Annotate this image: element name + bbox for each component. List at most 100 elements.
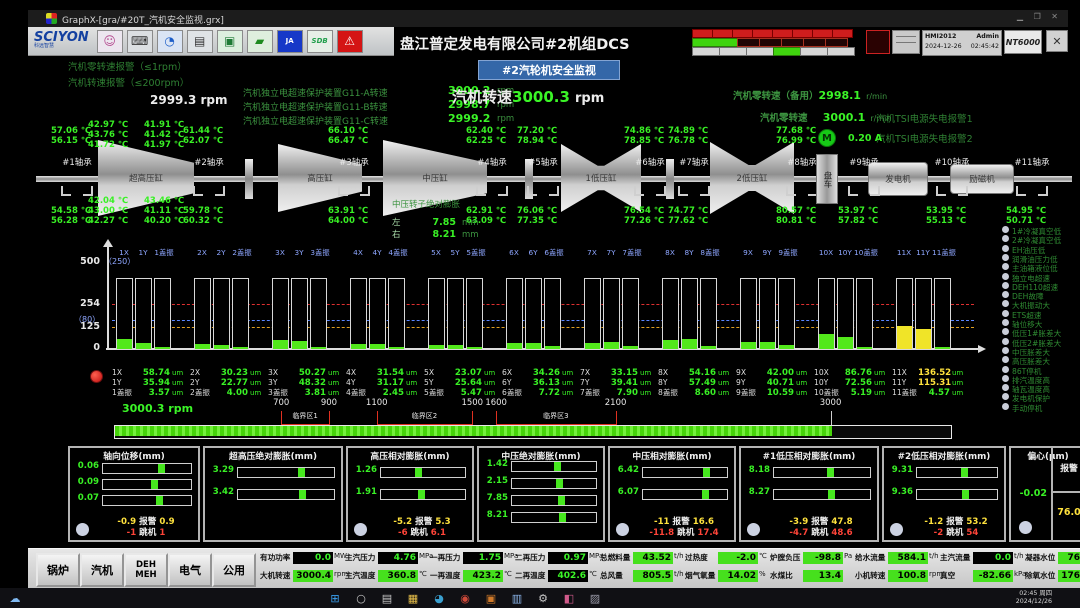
bearing-temp-bottom: 80.57 ℃: [776, 206, 816, 216]
vibration-bar-fill: [857, 347, 872, 349]
alarm-cell: [692, 47, 720, 56]
bearing-temp-top: 57.06 ℃: [51, 126, 91, 136]
nav-button[interactable]: 电气: [168, 553, 212, 587]
nav-button[interactable]: 公用: [212, 553, 256, 587]
speed-alarm-label: 汽机转速报警（≤200rpm）: [68, 75, 189, 89]
ja-icon[interactable]: JA: [277, 30, 303, 53]
y-tick-label: 0: [70, 342, 100, 353]
trip-word: 跳机: [411, 528, 428, 538]
weather-icon[interactable]: ☁: [6, 590, 24, 606]
screen: GraphX-[gra/#20T_汽机安全监视.grx] ▁ ❐ ✕ SCIYO…: [0, 0, 1080, 608]
panel-3: 高压相对膨胀(mm)1.261.91-5.2报警5.3-6跳机6.1: [346, 446, 474, 542]
notepad-icon[interactable]: ▥: [508, 590, 526, 606]
trip-min: -1: [127, 528, 137, 538]
trip-max: 17.4: [697, 528, 718, 538]
panel-bar-marker: [703, 468, 710, 477]
vibration-bar-fill: [214, 345, 229, 349]
edge-icon[interactable]: ◕: [430, 590, 448, 606]
cylinder-label: 超高压缸: [129, 172, 163, 184]
bearing-temp-bottom: 77.26 ℃: [624, 216, 664, 226]
bar-group-label: 2盖振: [230, 248, 254, 258]
monitor-icon[interactable]: ▣: [217, 30, 243, 53]
alarm-summary-box[interactable]: [866, 30, 890, 54]
panel-trip-row: -11.8跳机17.4: [636, 526, 732, 538]
ip-expansion-row: 右8.21mm: [392, 222, 479, 241]
mode-box[interactable]: [892, 30, 920, 54]
alarm-cell: [692, 29, 713, 38]
print-icon[interactable]: ▤: [187, 30, 213, 53]
measurement-label: 有功功率: [260, 552, 293, 563]
ip-expansion-unit: mm: [462, 230, 479, 240]
nav-button[interactable]: 锅炉: [36, 553, 80, 587]
cards-icon[interactable]: ▰: [247, 30, 273, 53]
bearing-temp-bottom: 50.71 ℃: [1006, 216, 1046, 226]
rpm-tick: [831, 411, 832, 425]
bar-value-unit: um: [328, 389, 339, 397]
window-titlebar: GraphX-[gra/#20T_汽机安全监视.grx] ▁ ❐ ✕: [28, 10, 1068, 27]
vibration-bar-fill: [585, 343, 600, 349]
nav-button[interactable]: DEH MEH: [124, 553, 168, 587]
settings-icon[interactable]: ⚙: [534, 590, 552, 606]
alarm-bell-icon[interactable]: ⚠: [337, 30, 363, 53]
eccentric-value: -0.02: [1011, 488, 1047, 499]
taskview-icon[interactable]: ▤: [378, 590, 396, 606]
user-switch-icon[interactable]: ◔: [157, 30, 183, 53]
nav-button[interactable]: 汽机: [80, 553, 124, 587]
uhp-temp-bottom: 42.27 ℃: [88, 216, 128, 226]
users-icon[interactable]: ☺: [97, 30, 123, 53]
status-indicator-icon: [1002, 347, 1009, 354]
panel-1: 轴向位移(mm)0.060.090.07-0.9报警0.9-1跳机1: [68, 446, 200, 542]
alarm-dot-icon: [90, 370, 103, 383]
window-controls[interactable]: ▁ ❐ ✕: [1017, 12, 1062, 21]
vibration-bar-fill: [351, 344, 366, 349]
office-icon[interactable]: ▣: [482, 590, 500, 606]
measurement-cell: 总风量805.5t/h: [600, 570, 684, 585]
bearing-bracket: [700, 186, 710, 196]
vibration-bar: [428, 278, 445, 350]
panel-bar-value: 2.15: [481, 476, 508, 486]
vibration-bar: [856, 278, 873, 350]
bearing-temp-bottom: 56.28 ℃: [51, 216, 91, 226]
chrome-icon[interactable]: ◉: [456, 590, 474, 606]
search-icon[interactable]: ○: [352, 590, 370, 606]
turning-gear-box: 盘车: [816, 154, 838, 204]
folder-icon[interactable]: ▦: [404, 590, 422, 606]
bar-value-unit: um: [640, 389, 651, 397]
panel-title: #2低压相对膨胀(mm): [884, 449, 1004, 462]
start-icon[interactable]: ⊞: [326, 590, 344, 606]
vibration-bar-fill: [838, 337, 853, 349]
vibration-bar-fill: [195, 344, 210, 349]
terminal-icon[interactable]: ▨: [586, 590, 604, 606]
bar-group-label: 3Y: [291, 248, 307, 257]
measurement-cell: 水煤比13.4: [770, 570, 854, 585]
bar-value-unit: um: [250, 389, 261, 397]
panel-bar-value: 8.27: [743, 487, 770, 497]
taskbar-clock[interactable]: 02:45 周四 2024/12/26: [1016, 590, 1052, 606]
keyboard-icon[interactable]: ⌨: [127, 30, 153, 53]
main-speed-line: 汽机转速3000.3 rpm: [452, 86, 604, 107]
status-item: 1#冷凝真空低: [1002, 226, 1061, 235]
vibration-bar-fill: [389, 347, 404, 349]
vibration-bar: [700, 278, 717, 350]
bearing-temp-bottom: 77.62 ℃: [668, 216, 708, 226]
paint-icon[interactable]: ◧: [560, 590, 578, 606]
bar-group-label: 6盖振: [542, 248, 566, 258]
bar-group-label: 2X: [194, 248, 210, 257]
measurement-unit: ℃: [589, 570, 597, 578]
alarm-cell: [825, 38, 848, 47]
status-indicator-icon: [1002, 384, 1009, 391]
panel-bar-value: 1.91: [350, 487, 377, 497]
vibration-bar-chart: 5002541250（250）（80）1X1Y1盖振1X58.74um1Y35.…: [60, 242, 1000, 398]
measurement-value: 1.75: [463, 552, 503, 564]
panel-bar-marker: [702, 490, 709, 499]
bar-value-unit: um: [796, 389, 807, 397]
vibration-bar-fill: [760, 342, 775, 349]
vibration-bar-fill: [467, 347, 482, 349]
vibration-bar: [194, 278, 211, 350]
sdb-icon[interactable]: SDB: [307, 30, 333, 53]
alarm-cell: [800, 47, 828, 56]
measurement-value: 805.5: [633, 570, 673, 582]
panel-trip-row: -4.7跳机48.6: [767, 526, 875, 538]
close-button[interactable]: ✕: [1046, 30, 1068, 52]
bearing-label: #6轴承: [628, 156, 672, 168]
